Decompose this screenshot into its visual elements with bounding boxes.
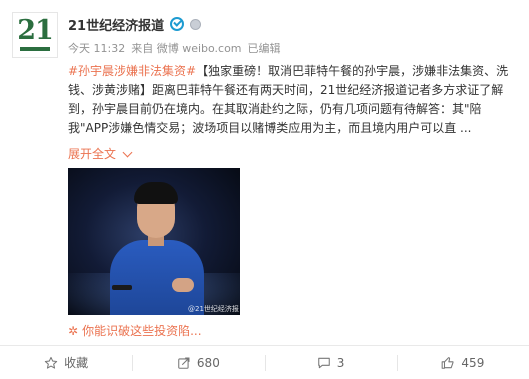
article-link-text: 你能识破这些投资陷... xyxy=(82,324,202,338)
image-watermark: @21世纪经济报 xyxy=(188,305,239,313)
avatar-logo-text: 21 xyxy=(17,15,54,46)
person-hand xyxy=(172,278,194,292)
repost-button[interactable]: 680 xyxy=(132,346,264,379)
edited-label[interactable]: 已编辑 xyxy=(248,40,281,56)
post-content: #孙宇晨涉嫌非法集资#【独家重磅！取消巴菲特午餐的孙宇晨，涉嫌非法集资、洗钱、涉… xyxy=(68,62,520,138)
comment-count: 3 xyxy=(336,355,345,370)
like-button[interactable]: 459 xyxy=(396,346,529,379)
article-link[interactable]: ✲ 你能识破这些投资陷... xyxy=(68,322,202,339)
favorite-label: 收藏 xyxy=(64,356,89,370)
star-icon xyxy=(44,356,58,369)
chevron-down-icon xyxy=(122,147,133,157)
author-row: 21世纪经济报道 xyxy=(68,14,202,34)
like-count: 459 xyxy=(461,355,485,370)
avatar[interactable]: 21 xyxy=(12,12,58,58)
avatar-logo-strip xyxy=(20,47,50,51)
comment-button[interactable]: 3 xyxy=(264,346,397,379)
action-bar: 收藏 680 3 459 xyxy=(0,345,529,379)
hashtag-link[interactable]: #孙宇晨涉嫌非法集资# xyxy=(68,64,196,78)
verified-badge-icon[interactable] xyxy=(170,17,185,31)
thumbs-up-icon xyxy=(442,356,454,369)
expand-label: 展开全文 xyxy=(68,147,117,161)
share-icon xyxy=(178,357,190,369)
remote-clicker xyxy=(112,285,132,290)
post-image[interactable]: @21世纪经济报 xyxy=(68,168,240,315)
person-hair xyxy=(134,182,178,204)
comment-icon xyxy=(318,357,330,368)
post-meta: 今天 11:32 来自 微博 weibo.com 已编辑 xyxy=(68,40,281,56)
post-source[interactable]: 来自 微博 weibo.com xyxy=(131,40,241,56)
account-name[interactable]: 21世纪经济报道 xyxy=(68,15,164,34)
favorite-button[interactable]: 收藏 xyxy=(0,346,132,379)
repost-count: 680 xyxy=(196,355,220,370)
medal-icon[interactable] xyxy=(190,18,202,30)
post-time[interactable]: 今天 11:32 xyxy=(68,40,125,56)
weibo-post-card: 21 21世纪经济报道 今天 11:32 来自 微博 weibo.com 已编辑… xyxy=(0,0,529,379)
link-icon: ✲ xyxy=(68,323,79,338)
expand-full-text-button[interactable]: 展开全文 xyxy=(68,145,133,162)
